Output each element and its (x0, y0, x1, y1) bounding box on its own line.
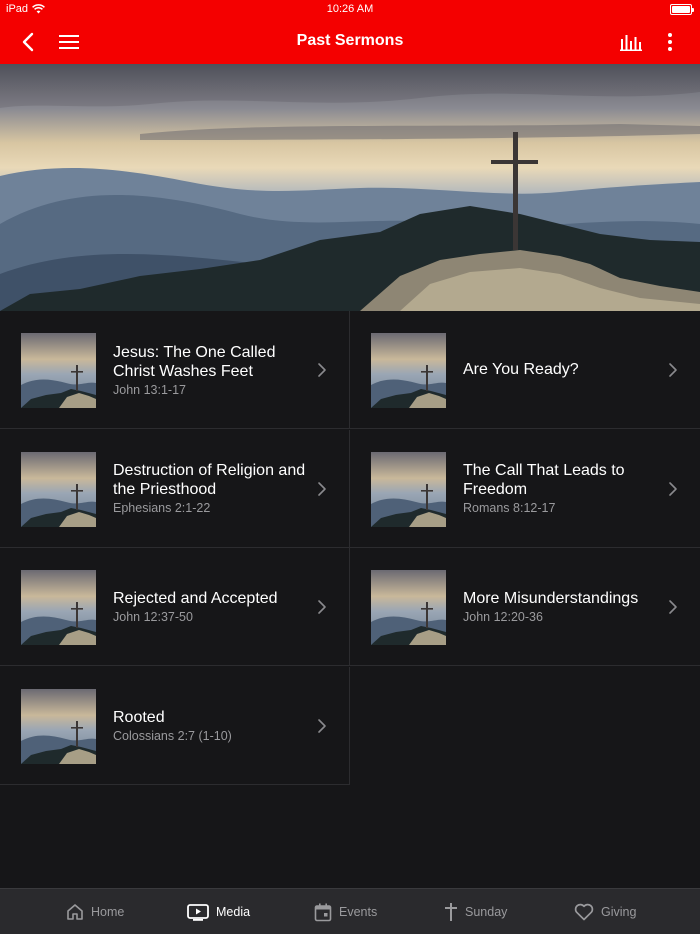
sermon-text: Jesus: The One Called Christ Washes Feet… (113, 311, 313, 428)
heart-icon (574, 903, 594, 921)
tab-bar: Home Media Events Sunday Giving (0, 888, 700, 934)
battery-icon (670, 4, 694, 15)
home-icon (67, 904, 83, 920)
cross-icon (445, 903, 457, 921)
tab-sunday[interactable]: Sunday (444, 889, 507, 934)
sermon-item[interactable]: Destruction of Religion and the Priestho… (0, 429, 350, 548)
sermon-text: Rejected and Accepted John 12:37-50 (113, 548, 313, 665)
sermon-reference: John 12:20-36 (463, 610, 543, 624)
tab-events-label: Events (339, 905, 378, 919)
page-title: Past Sermons (296, 32, 404, 49)
sermon-thumbnail (371, 451, 446, 527)
sermon-item[interactable]: The Call That Leads to Freedom Romans 8:1… (350, 430, 700, 548)
calendar-icon (314, 903, 332, 921)
chevron-right-icon (317, 599, 327, 615)
status-time: 10:26 AM (326, 3, 374, 15)
tab-events[interactable]: Events (314, 889, 377, 934)
audio-bars-icon (620, 35, 642, 51)
sermon-thumbnail (371, 570, 446, 645)
sermon-item[interactable]: Rooted Colossians 2:7 (1-10) (0, 666, 350, 785)
chevron-right-icon (668, 599, 678, 615)
sermon-title: The Call That Leads to Freedom (463, 462, 625, 498)
sermon-title: More Misunderstandings (463, 590, 639, 607)
tab-media-label: Media (216, 905, 251, 919)
sermon-item[interactable]: Are You Ready? (350, 311, 700, 429)
tab-media[interactable]: Media (187, 889, 250, 934)
chevron-right-icon (668, 481, 678, 497)
sermon-reference: Colossians 2:7 (1-10) (113, 728, 232, 743)
nav-bar: Past Sermons (0, 20, 700, 64)
sermon-title: Rejected and Accepted (113, 590, 278, 607)
sermon-title: Rooted (113, 708, 165, 726)
sermon-thumbnail (371, 333, 446, 408)
tab-sunday-label: Sunday (465, 905, 508, 919)
more-button[interactable] (660, 20, 680, 64)
sermon-title: Are You Ready? (463, 361, 579, 378)
sermon-text: More Misunderstandings John 12:20-36 (463, 548, 663, 665)
sermon-reference: John 12:37-50 (113, 610, 193, 624)
status-bar: iPad 10:26 AM (0, 0, 700, 20)
media-player-icon (187, 904, 209, 921)
sermon-thumbnail (21, 570, 96, 645)
tab-giving[interactable]: Giving (574, 889, 636, 934)
hero-image (0, 64, 700, 311)
tab-home-label: Home (91, 905, 125, 919)
more-vertical-icon (668, 33, 672, 51)
sermon-title: Destruction of Religion and the Priestho… (113, 462, 306, 498)
sermon-reference: Ephesians 2:1-22 (113, 501, 211, 515)
sermon-thumbnail (21, 333, 96, 408)
chevron-right-icon (317, 362, 327, 378)
sermon-text: Are You Ready? (463, 311, 663, 428)
chevron-right-icon (668, 362, 678, 378)
sermon-reference: John 13:1-17 (113, 382, 186, 397)
sermon-reference: Romans 8:12-17 (463, 501, 556, 515)
sermon-text: The Call That Leads to Freedom Romans 8:1… (463, 430, 663, 547)
chevron-right-icon (317, 718, 327, 734)
audio-button[interactable] (616, 20, 646, 64)
sermon-thumbnail (21, 688, 96, 764)
sermon-thumbnail (21, 451, 96, 527)
sermon-item[interactable]: Rejected and Accepted John 12:37-50 (0, 548, 350, 666)
chevron-right-icon (317, 481, 327, 497)
sermon-text: Destruction of Religion and the Priestho… (113, 430, 313, 547)
tab-giving-label: Giving (601, 905, 637, 919)
sermon-item[interactable]: Jesus: The One Called Christ Washes Feet… (0, 311, 350, 429)
tab-home[interactable]: Home (66, 889, 124, 934)
sermon-text: Rooted Colossians 2:7 (1-10) (113, 667, 313, 784)
sermon-item[interactable]: More Misunderstandings John 12:20-36 (350, 548, 700, 666)
sermon-title: Jesus: The One Called Christ Washes Feet (113, 343, 276, 380)
